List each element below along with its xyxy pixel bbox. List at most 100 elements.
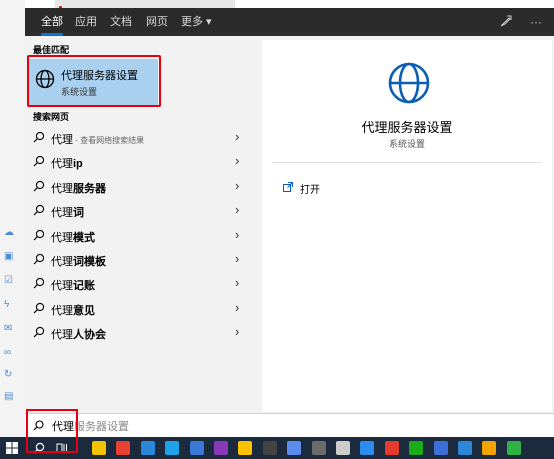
taskbar-app-icon[interactable] (458, 441, 472, 455)
open-action[interactable]: 打开 (300, 181, 320, 196)
windows-start-icon[interactable] (6, 442, 18, 454)
taskbar-app-icon[interactable] (189, 441, 204, 455)
chevron-right-icon[interactable]: › (235, 178, 239, 193)
suggestion-query: 代理 (51, 182, 73, 195)
suggestion-completion: 服务器 (73, 182, 106, 195)
suggestion-completion: 意见 (73, 304, 95, 317)
suggestion-text: 代理词模板 (51, 253, 106, 269)
taskbar-app-icon[interactable] (165, 441, 180, 455)
taskbar-app-icon[interactable] (92, 441, 106, 455)
chevron-right-icon[interactable]: › (235, 251, 239, 266)
search-icon (33, 327, 45, 338)
search-icon (33, 131, 45, 143)
more-options-icon[interactable]: ··· (530, 15, 542, 29)
globe-icon-large (388, 62, 430, 104)
search-icon (33, 253, 45, 265)
tab-web[interactable]: 网页 (146, 15, 168, 36)
search-tabs-bar: 全部 应用 文档 网页 更多 ▾ ··· (25, 8, 554, 36)
suggestion-query: 代理 (51, 134, 73, 146)
taskbar-app-icon[interactable] (506, 441, 521, 455)
chevron-right-icon[interactable]: › (235, 153, 239, 168)
taskbar-app-icon[interactable] (482, 441, 497, 455)
web-suggestion-row[interactable]: 代理意见 › (25, 297, 257, 321)
suggestion-suffix: - 查看网络搜索结果 (73, 136, 145, 145)
web-search-label: 搜索网页 (33, 112, 70, 122)
suggestion-query: 代理 (51, 231, 73, 244)
suggestion-query: 代理 (51, 158, 73, 171)
background-app-top (55, 0, 235, 8)
suggestion-completion: 模式 (73, 231, 95, 244)
taskbar-app-icon[interactable] (287, 441, 302, 455)
suggestion-text: 代理模式 (51, 229, 95, 245)
taskbar-app-icon[interactable] (336, 441, 350, 455)
search-icon (33, 156, 45, 167)
preview-divider (272, 162, 542, 163)
refresh-icon: ↻ (4, 369, 13, 380)
suggestion-query: 代理 (51, 304, 73, 317)
web-suggestion-row[interactable]: 代理记账 › (25, 272, 257, 296)
tab-documents[interactable]: 文档 (110, 15, 132, 36)
chevron-right-icon[interactable]: › (235, 275, 239, 290)
check-icon: ☑ (4, 275, 13, 286)
screen: ☁ ▣ ☑ ϟ ✉ ∞ ↻ ▤ 全部 应用 文档 网页 更多 ▾ ··· 最佳匹… (0, 0, 554, 459)
web-suggestion-row[interactable]: 代理词模板 › (25, 248, 257, 272)
web-suggestion-row[interactable]: 代理服务器 › (25, 175, 257, 199)
background-app-strip: ☁ ▣ ☑ ϟ ✉ ∞ ↻ ▤ (0, 0, 25, 437)
search-icon (33, 278, 45, 289)
taskbar-app-icon[interactable] (214, 441, 228, 455)
preview-subtitle: 系统设置 (388, 139, 425, 149)
search-autocomplete: 服务器设置 (74, 421, 129, 433)
chevron-right-icon[interactable]: › (235, 202, 239, 217)
preview-title: 代理服务器设置 (361, 120, 453, 135)
search-icon (33, 180, 45, 192)
taskbar-app-icon[interactable] (384, 441, 399, 455)
search-icon (33, 302, 45, 314)
suggestion-text: 代理词 (51, 204, 84, 220)
web-suggestion-row[interactable]: 代理 - 查看网络搜索结果 › (25, 126, 257, 150)
highlight-box-best-match (27, 55, 161, 107)
cloud-icon: ☁ (4, 227, 14, 238)
suggestion-query: 代理 (51, 329, 73, 342)
open-icon[interactable] (283, 182, 293, 192)
taskbar-app-icon[interactable] (360, 441, 375, 455)
mail-icon: ✉ (4, 323, 13, 334)
taskbar-app-icon[interactable] (409, 441, 424, 455)
taskbar-app-icon[interactable] (116, 441, 131, 455)
taskbar-app-icon[interactable] (433, 441, 448, 455)
suggestion-query: 代理 (51, 280, 73, 293)
chevron-right-icon[interactable]: › (235, 129, 239, 144)
taskbar-app-icon[interactable] (311, 441, 326, 455)
suggestion-completion: 词模板 (73, 256, 106, 268)
taskbar-app-icon[interactable] (140, 441, 155, 455)
suggestion-completion: 记账 (73, 280, 95, 293)
suggestion-text: 代理服务器 (51, 180, 106, 196)
web-suggestion-row[interactable]: 代理词 › (25, 199, 257, 223)
search-icon (33, 229, 45, 241)
web-suggestion-row[interactable]: 代理人协会 › (25, 321, 257, 345)
taskbar-app-icon[interactable] (238, 441, 253, 455)
doc-icon: ▤ (4, 391, 14, 402)
suggestion-text: 代理ip (51, 155, 83, 171)
feedback-icon[interactable] (500, 15, 512, 30)
suggestion-query: 代理 (51, 207, 73, 220)
chevron-right-icon[interactable]: › (235, 227, 239, 242)
suggestion-completion: 词 (73, 207, 84, 220)
suggestion-completion: 人协会 (73, 329, 106, 342)
tab-more[interactable]: 更多 ▾ (181, 15, 212, 36)
tab-all[interactable]: 全部 (41, 15, 63, 36)
chevron-right-icon[interactable]: › (235, 300, 239, 315)
bolt-icon: ϟ (4, 299, 10, 310)
suggestion-text: 代理 - 查看网络搜索结果 (51, 131, 144, 147)
suggestion-text: 代理意见 (51, 302, 95, 318)
search-icon (33, 205, 45, 216)
web-suggestion-row[interactable]: 代理模式 › (25, 224, 257, 248)
tab-apps[interactable]: 应用 (75, 15, 97, 36)
suggestion-text: 代理人协会 (51, 326, 106, 342)
suggestion-query: 代理 (51, 256, 73, 268)
web-suggestion-row[interactable]: 代理ip › (25, 150, 257, 174)
taskbar-app-icon[interactable] (262, 441, 277, 455)
link-icon: ∞ (4, 347, 12, 358)
chevron-right-icon[interactable]: › (235, 324, 239, 339)
app-icon: ▣ (4, 251, 14, 262)
highlight-box-search (26, 409, 78, 453)
